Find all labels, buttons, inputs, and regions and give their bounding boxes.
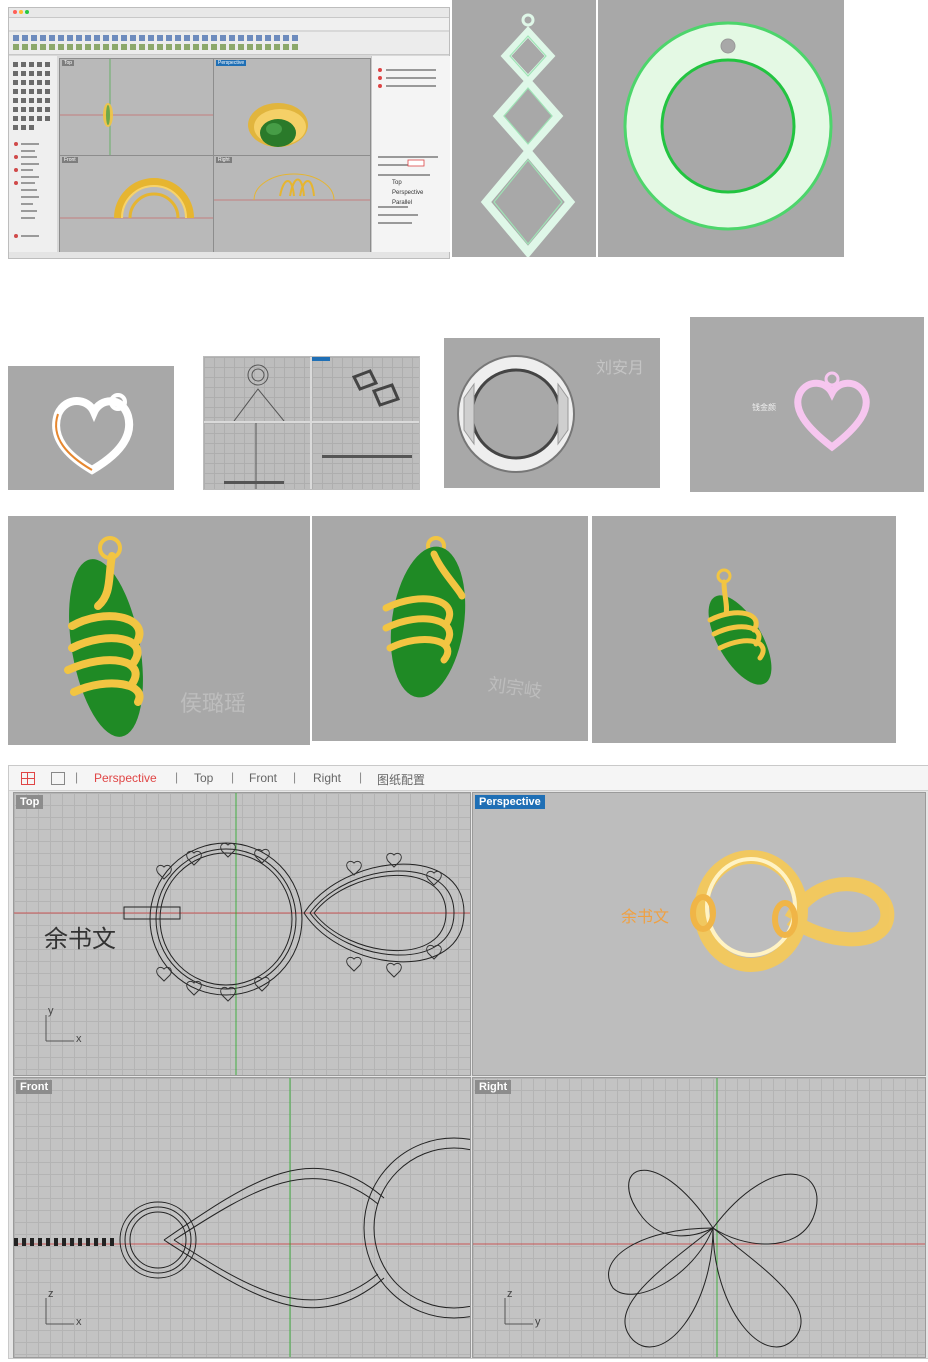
viewport-front[interactable]: Front z x (13, 1077, 471, 1358)
mini-viewport (312, 357, 419, 421)
render-diamond-pendant (452, 0, 596, 259)
render-jade-pendant-3 (592, 516, 896, 743)
small-viewport-front[interactable]: Front (59, 155, 214, 253)
small-viewport-perspective[interactable]: Perspective (213, 58, 371, 156)
panel-item: Parallel (392, 200, 413, 206)
single-view-icon[interactable] (51, 772, 65, 785)
axis-label: y (535, 1316, 541, 1328)
axis-label: x (76, 1033, 82, 1045)
text-object: 余书文 (44, 926, 116, 953)
command-palette (9, 56, 57, 252)
axis-label: y (48, 1005, 54, 1017)
menu-bar (9, 18, 449, 30)
tab-front[interactable]: Front (249, 771, 277, 785)
tab-perspective[interactable]: Perspective (94, 771, 157, 785)
text-object: 余书文 (621, 909, 670, 926)
render-ring-pendant (598, 0, 844, 257)
toolbar (9, 32, 449, 55)
small-viewport-top[interactable]: Top (59, 58, 214, 156)
properties-panel: Top Perspective Parallel (371, 56, 450, 252)
axis-label: x (76, 1316, 82, 1328)
zoom-icon[interactable] (25, 10, 29, 14)
four-view-icon[interactable] (21, 772, 35, 785)
mini-viewport (204, 357, 310, 422)
tab-right[interactable]: Right (313, 771, 341, 785)
panel-item: Perspective (392, 190, 424, 196)
status-bar (9, 252, 449, 258)
rhino-four-viewport: | Perspective | Top | Front | Right | 图纸… (8, 765, 928, 1359)
close-icon[interactable] (13, 10, 17, 14)
panel-item: Top (392, 180, 402, 186)
minimize-icon[interactable] (19, 10, 23, 14)
small-viewport-right[interactable]: Right (213, 155, 371, 253)
render-jade-pendant-1: 侯璐瑶 (8, 516, 310, 745)
mini-viewport (204, 423, 310, 489)
tab-layout[interactable]: 图纸配置 (377, 771, 425, 788)
signature-text: 刘安月 (596, 358, 645, 377)
axis-label: z (507, 1288, 513, 1300)
viewport-tab-bar: | Perspective | Top | Front | Right | 图纸… (9, 766, 928, 791)
render-jade-pendant-2: 刘宗岐 (312, 516, 588, 741)
tab-top[interactable]: Top (194, 771, 213, 785)
rhino-screenshot-small: Top Perspective Front Right Top Perspect… (8, 7, 450, 259)
render-silver-ring: 刘安月 (444, 338, 660, 488)
signature-text: 钱金颜 (752, 403, 776, 412)
render-pink-heart: 钱金颜 (690, 317, 924, 492)
render-heart-pendant (8, 366, 174, 490)
axis-label: z (48, 1288, 54, 1300)
mini-viewport (312, 423, 419, 489)
title-bar (9, 8, 449, 18)
signature-text: 侯璐瑶 (180, 692, 247, 717)
rhino-four-view-mini (203, 356, 420, 490)
viewport-right[interactable]: Right z y (472, 1077, 926, 1358)
viewport-perspective[interactable]: Perspective 余书文 (472, 792, 926, 1076)
viewport-top[interactable]: Top 余书文 y x (13, 792, 471, 1076)
